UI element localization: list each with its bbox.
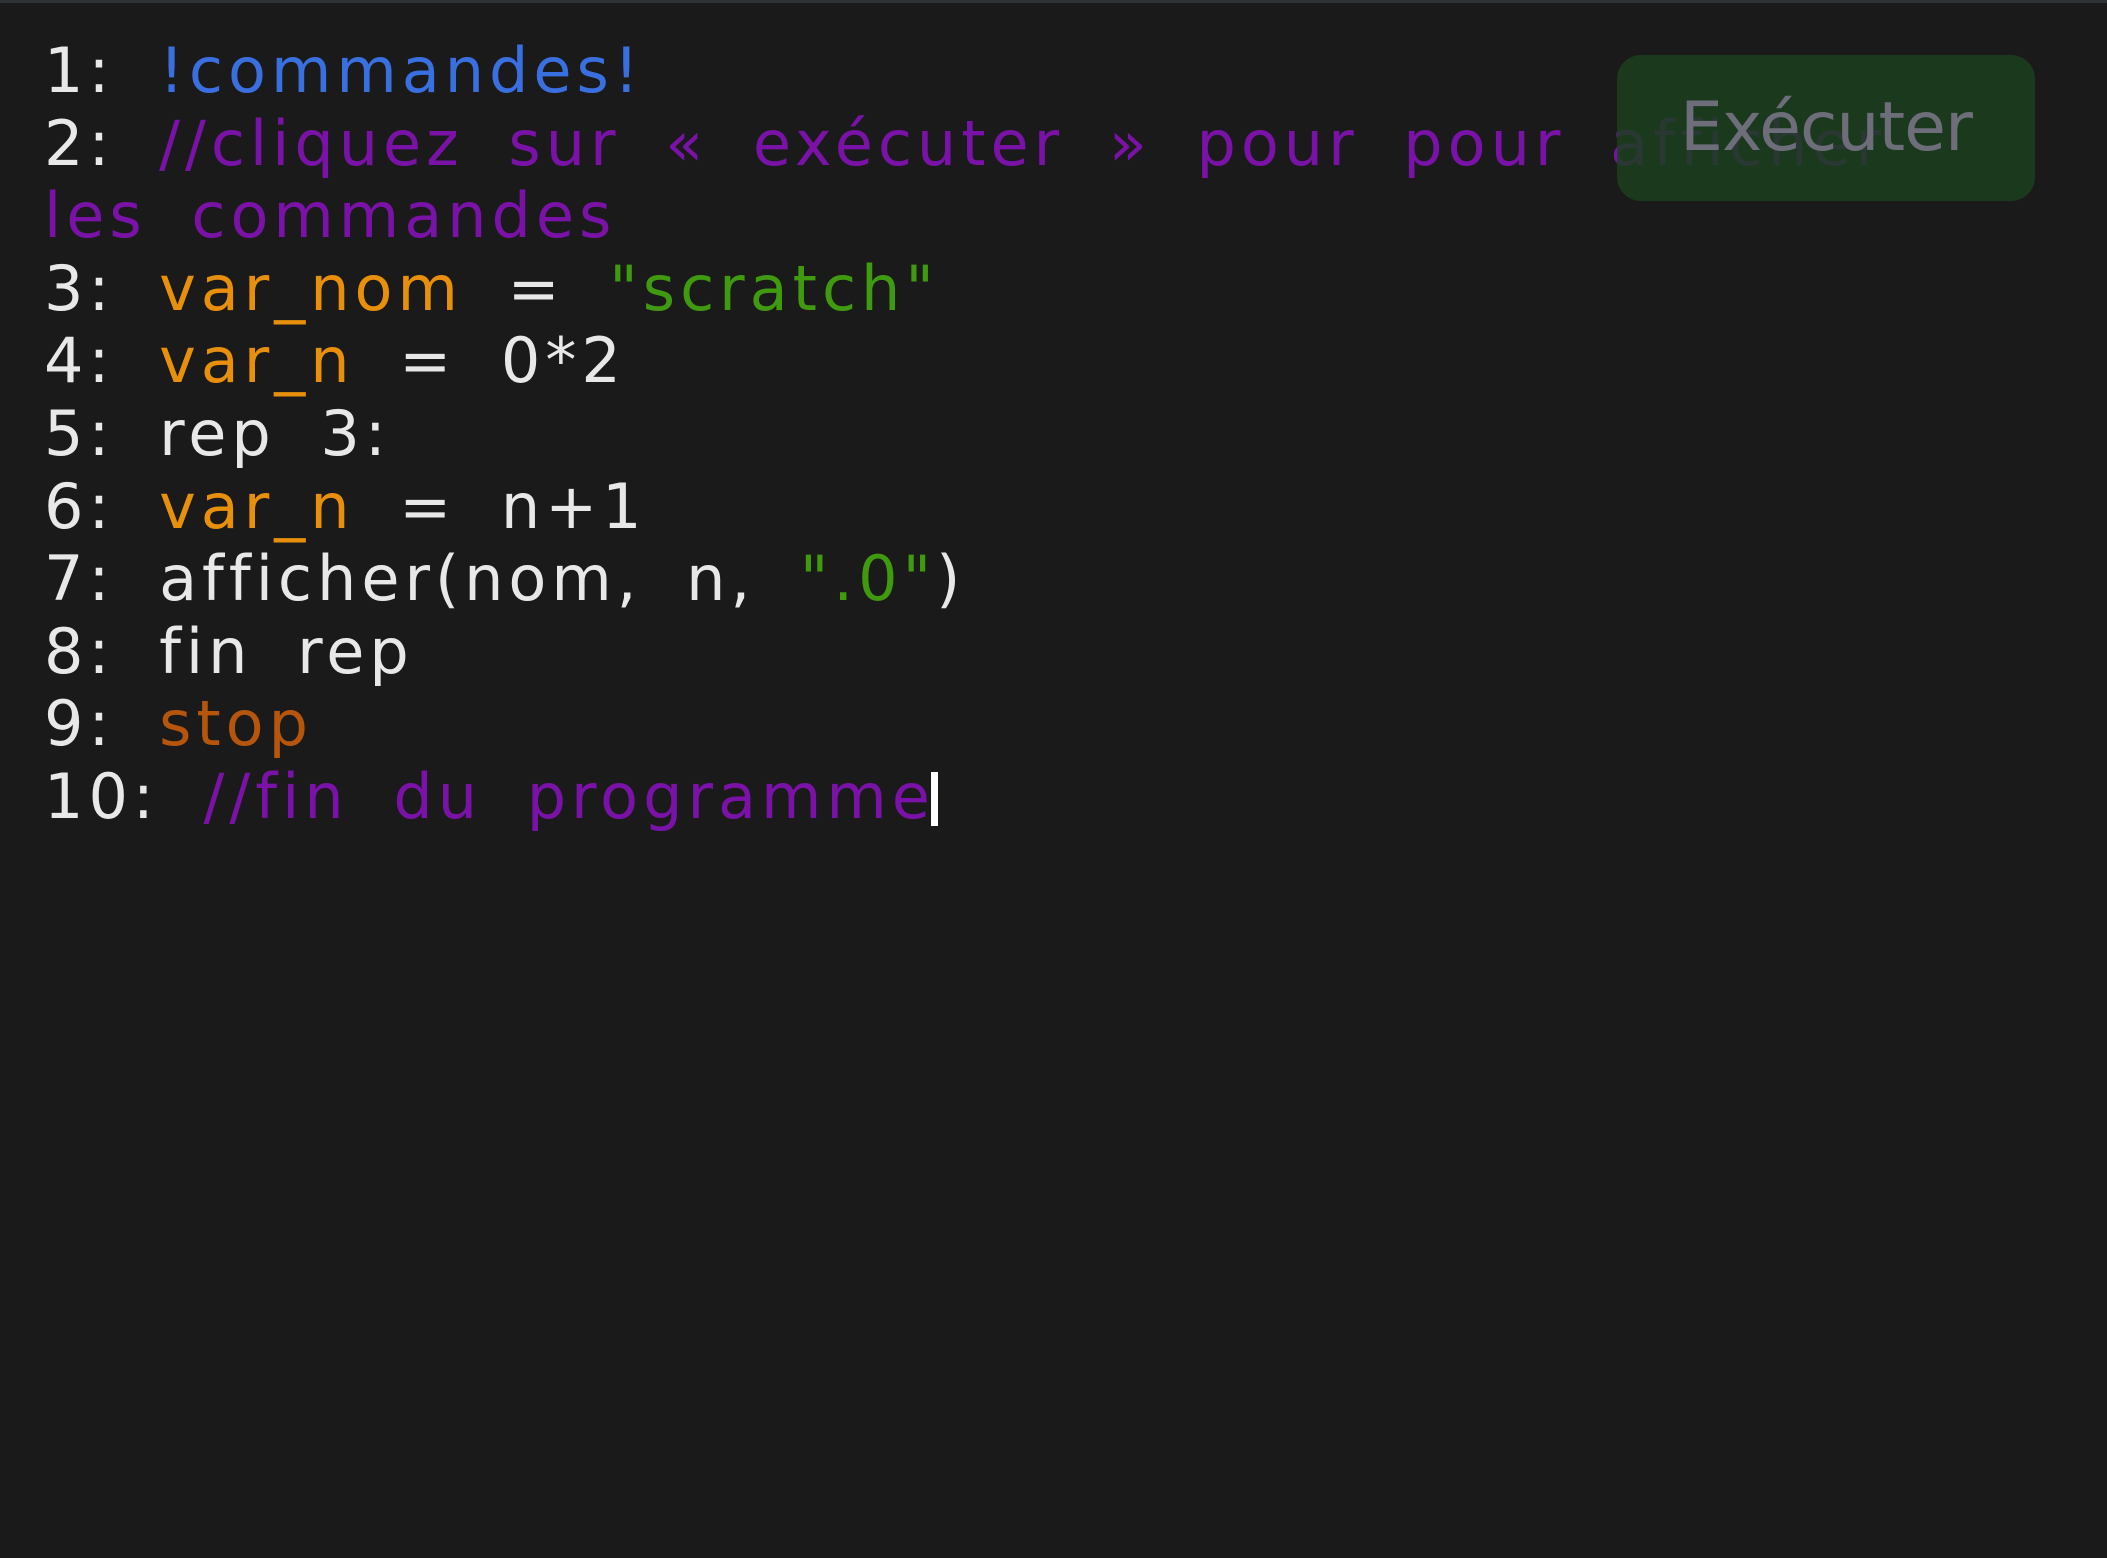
code-token: = 0*2 xyxy=(354,324,626,398)
line-number: 7: xyxy=(44,542,115,616)
line-number: 4: xyxy=(44,324,115,398)
code-token: = n+1 xyxy=(354,469,647,543)
code-token: rep 3: xyxy=(159,396,391,470)
line-number: 2: xyxy=(44,106,115,180)
code-token: fin rep xyxy=(159,614,414,688)
code-token: !commandes! xyxy=(159,34,644,107)
code-token: "scratch" xyxy=(609,251,939,325)
line-number: 8: xyxy=(44,614,115,688)
line-number: 1: xyxy=(44,34,115,107)
run-button[interactable]: Exécuter xyxy=(1617,55,2035,201)
code-editor[interactable]: 1: !commandes! 2: //cliquez sur « exécute… xyxy=(0,0,2107,1558)
code-token: ) xyxy=(936,542,966,616)
code-line[interactable]: 7: afficher(nom, n, ".0") xyxy=(44,542,2004,616)
code-token: var_n xyxy=(159,324,355,398)
code-token: stop xyxy=(159,687,313,761)
code-line[interactable]: 5: rep 3: xyxy=(44,396,2004,471)
code-line[interactable]: 9: stop xyxy=(44,688,2004,761)
code-line[interactable]: 10: //fin du programme xyxy=(44,759,2004,834)
line-number: 5: xyxy=(44,396,115,470)
code-token: var_n xyxy=(159,469,355,543)
code-token: ".0" xyxy=(799,542,937,616)
code-line[interactable]: 4: var_n = 0*2 xyxy=(44,325,2004,398)
line-number: 9: xyxy=(44,687,115,761)
code-token: afficher(nom, n, xyxy=(159,542,800,616)
line-number: 10: xyxy=(44,759,159,833)
line-number: 3: xyxy=(44,251,115,325)
code-token: var_nom xyxy=(159,251,463,325)
code-line[interactable]: 6: var_n = n+1 xyxy=(44,469,2004,544)
text-caret xyxy=(930,771,938,826)
code-token: //fin du programme xyxy=(203,759,935,833)
code-line[interactable]: 8: fin rep xyxy=(44,614,2004,689)
code-token: = xyxy=(462,251,610,325)
line-number: 6: xyxy=(44,469,115,543)
code-line[interactable]: 3: var_nom = "scratch" xyxy=(44,251,2004,326)
